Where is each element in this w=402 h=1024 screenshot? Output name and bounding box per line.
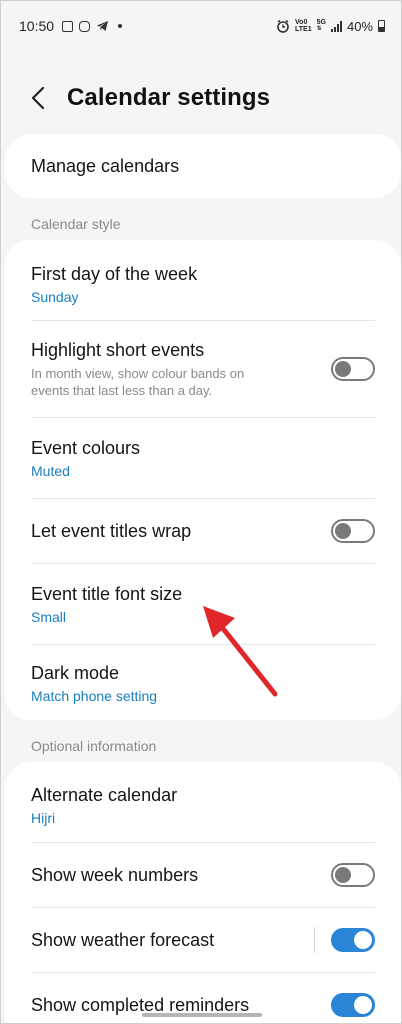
first-day-item[interactable]: First day of the week Sunday xyxy=(5,240,401,320)
wrap-titles-label: Let event titles wrap xyxy=(31,520,192,541)
weather-forecast-text: Show weather forecast xyxy=(31,930,314,951)
toggle-knob xyxy=(354,996,372,1014)
wrap-titles-text: Let event titles wrap xyxy=(31,521,331,542)
highlight-label: Highlight short events xyxy=(31,339,205,360)
highlight-toggle[interactable] xyxy=(331,357,375,381)
vertical-divider xyxy=(314,927,315,953)
manage-calendars-card: Manage calendars xyxy=(5,134,401,198)
status-right: Vo0 LTE1 5G ⇅ 40% xyxy=(276,19,385,34)
chevron-left-icon xyxy=(31,86,45,110)
back-button[interactable] xyxy=(11,73,65,123)
weather-forecast-label: Show weather forecast xyxy=(31,929,215,950)
volte-bottom: LTE1 xyxy=(295,26,312,33)
manage-calendars-item[interactable]: Manage calendars xyxy=(5,134,401,198)
completed-reminders-toggle[interactable] xyxy=(331,993,375,1017)
home-indicator[interactable] xyxy=(142,1013,262,1017)
annotation-arrow-icon xyxy=(203,606,278,697)
notification-icons xyxy=(62,20,123,32)
event-colours-label: Event colours xyxy=(31,437,141,458)
section-title-calendar-style: Calendar style xyxy=(31,216,121,232)
event-colours-item[interactable]: Event colours Muted xyxy=(5,418,401,498)
alternate-calendar-label: Alternate calendar xyxy=(31,784,178,805)
highlight-text: Highlight short events In month view, sh… xyxy=(31,340,331,399)
battery-icon xyxy=(378,20,385,32)
more-notifications-dot-icon xyxy=(118,24,123,28)
screen: 10:50 Vo0 LTE1 5G ⇅ 40% Calendar settings … xyxy=(0,0,402,1024)
volte-icon: Vo0 LTE1 xyxy=(295,19,312,33)
highlight-short-events-item[interactable]: Highlight short events In month view, sh… xyxy=(5,321,401,417)
volte-top: Vo0 xyxy=(295,19,308,26)
first-day-text: First day of the week Sunday xyxy=(31,264,375,305)
week-numbers-item[interactable]: Show week numbers xyxy=(5,843,401,907)
week-numbers-toggle[interactable] xyxy=(331,863,375,887)
gallery-icon xyxy=(62,20,74,32)
status-time: 10:50 xyxy=(19,18,55,34)
app-header: Calendar settings xyxy=(1,73,401,123)
first-day-value: Sunday xyxy=(31,288,79,305)
wrap-titles-toggle[interactable] xyxy=(331,519,375,543)
event-colours-value: Muted xyxy=(31,462,70,479)
page-title: Calendar settings xyxy=(67,84,271,111)
telegram-icon xyxy=(97,21,109,31)
signal-icon xyxy=(330,20,342,32)
instagram-icon xyxy=(79,20,91,32)
section-title-optional-information: Optional information xyxy=(31,738,157,754)
toggle-knob xyxy=(335,361,351,377)
battery-percent: 40% xyxy=(346,18,373,34)
event-colours-text: Event colours Muted xyxy=(31,438,375,479)
alternate-calendar-text: Alternate calendar Hijri xyxy=(31,785,375,826)
weather-forecast-toggle[interactable] xyxy=(331,928,375,952)
alarm-icon xyxy=(277,19,289,33)
status-bar: 10:50 Vo0 LTE1 5G ⇅ 40% xyxy=(1,1,401,51)
optional-information-card: Alternate calendar Hijri Show week numbe… xyxy=(5,762,401,1023)
network-gen-label: 5G xyxy=(316,19,326,26)
manage-calendars-text: Manage calendars xyxy=(31,156,375,177)
toggle-knob xyxy=(335,523,351,539)
week-numbers-label: Show week numbers xyxy=(31,864,199,885)
highlight-description: In month view, show colour bands on even… xyxy=(31,365,245,398)
toggle-knob xyxy=(354,931,372,949)
alternate-calendar-item[interactable]: Alternate calendar Hijri xyxy=(5,762,401,842)
weather-forecast-item[interactable]: Show weather forecast xyxy=(5,908,401,972)
manage-calendars-label: Manage calendars xyxy=(31,155,180,176)
alternate-calendar-value: Hijri xyxy=(31,809,56,826)
toggle-knob xyxy=(335,867,351,883)
week-numbers-text: Show week numbers xyxy=(31,865,331,886)
network-5g-icon: 5G ⇅ xyxy=(316,19,326,32)
first-day-label: First day of the week xyxy=(31,263,198,284)
wrap-titles-item[interactable]: Let event titles wrap xyxy=(5,499,401,563)
